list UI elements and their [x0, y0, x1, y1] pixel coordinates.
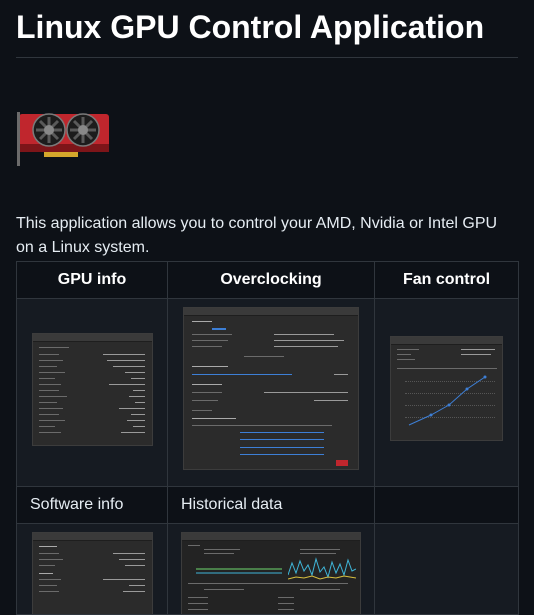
header-gpu-info: GPU info: [16, 261, 168, 299]
cell-fan-control-screenshot: [374, 298, 519, 487]
graphics-card-icon: [16, 108, 112, 166]
header-fan-control: Fan control: [374, 261, 519, 299]
cell-software-info-screenshot: [16, 523, 168, 615]
page-title: Linux GPU Control Application: [16, 9, 485, 45]
software-info-screenshot: [32, 532, 153, 614]
cell-overclocking-screenshot: [167, 298, 375, 487]
header-overclocking: Overclocking: [167, 261, 375, 299]
gpu-info-screenshot: [32, 333, 153, 446]
overclocking-screenshot: [183, 307, 359, 470]
label-software-info: Software info: [16, 486, 168, 524]
title-divider: [16, 57, 518, 58]
cell-historical-data-screenshot: [167, 523, 375, 615]
fan-control-screenshot: [390, 336, 503, 441]
label-empty: [374, 486, 519, 524]
label-historical-data: Historical data: [167, 486, 375, 524]
screenshot-table: GPU info Overclocking Fan control Softwa…: [16, 261, 519, 615]
historical-data-screenshot: [181, 532, 361, 614]
app-description: This application allows you to control y…: [16, 215, 498, 256]
cell-empty: [374, 523, 519, 615]
cell-gpu-info-screenshot: [16, 298, 168, 487]
